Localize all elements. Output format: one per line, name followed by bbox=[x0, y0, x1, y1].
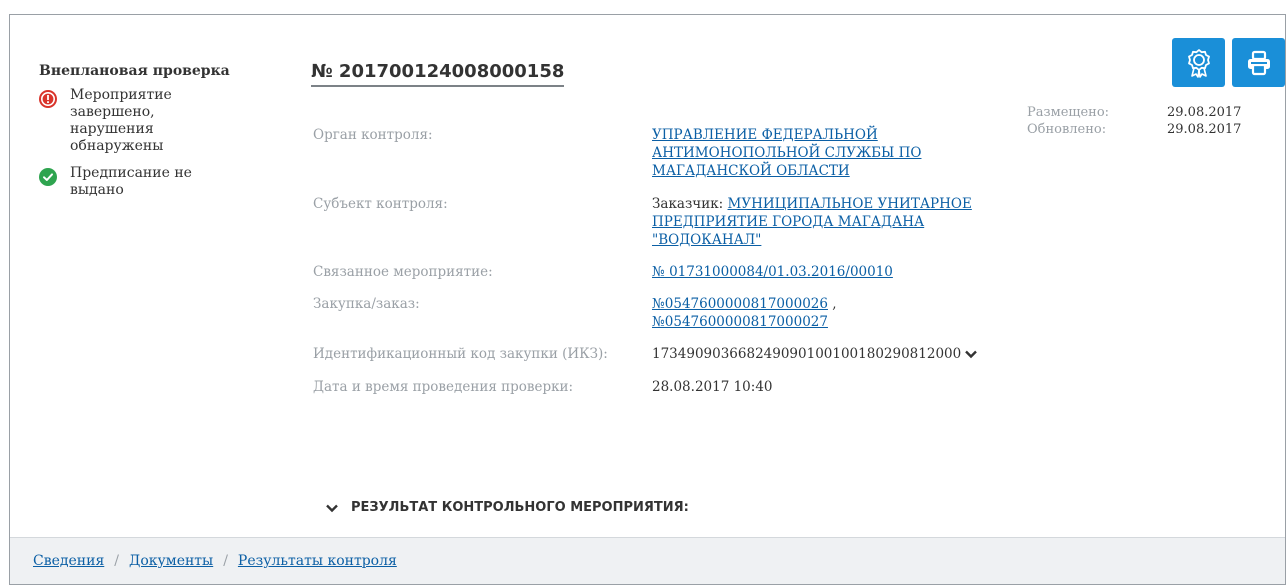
control-body-link[interactable]: УПРАВЛЕНИЕ ФЕДЕРАЛЬНОЙ АНТИМОНОПОЛЬНОЙ С… bbox=[652, 127, 921, 179]
inspection-date-label: Дата и время проведения проверки: bbox=[313, 379, 574, 395]
result-toggle[interactable]: РЕЗУЛЬТАТ КОНТРОЛЬНОГО МЕРОПРИЯТИЯ: bbox=[325, 500, 689, 515]
breadcrumb-separator: / bbox=[223, 553, 228, 569]
subject-prefix: Заказчик: bbox=[652, 196, 724, 212]
chevron-down-icon bbox=[326, 504, 338, 512]
status-violations-text: Мероприятие завершено, нарушения обнаруж… bbox=[70, 87, 172, 154]
award-button[interactable] bbox=[1172, 38, 1225, 87]
print-button[interactable] bbox=[1232, 38, 1285, 87]
footer-link-results[interactable]: Результаты контроля bbox=[238, 553, 397, 569]
result-label: РЕЗУЛЬТАТ КОНТРОЛЬНОГО МЕРОПРИЯТИЯ: bbox=[351, 500, 689, 515]
chevron-down-icon[interactable] bbox=[964, 347, 978, 366]
footer-link-documents[interactable]: Документы bbox=[129, 553, 213, 569]
status-prescription: Предписание не выдано bbox=[39, 165, 269, 199]
publication-dates: Размещено: 29.08.2017 Обновлено: 29.08.2… bbox=[1027, 104, 1241, 138]
status-violations: Мероприятие завершено, нарушения обнаруж… bbox=[39, 87, 269, 155]
card-footer-nav: Сведения / Документы / Результаты контро… bbox=[10, 537, 1285, 584]
related-event-label: Связанное мероприятие: bbox=[313, 264, 493, 280]
subject-label: Субъект контроля: bbox=[313, 196, 448, 212]
inspection-status-column: Внеплановая проверка Мероприятие заверше… bbox=[39, 63, 269, 209]
purchase-label: Закупка/заказ: bbox=[313, 296, 420, 312]
updated-label: Обновлено: bbox=[1027, 122, 1107, 137]
award-icon bbox=[1187, 48, 1210, 78]
exclamation-circle-icon bbox=[39, 90, 57, 108]
related-event-link[interactable]: № 01731000084/01.03.2016/00010 bbox=[652, 264, 893, 280]
inspection-details: Орган контроля: УПРАВЛЕНИЕ ФЕДЕРАЛЬНОЙ А… bbox=[313, 126, 1033, 396]
updated-date: 29.08.2017 bbox=[1167, 122, 1242, 137]
ikz-label: Идентификационный код закупки (ИКЗ): bbox=[313, 346, 608, 362]
check-circle-icon bbox=[39, 168, 57, 186]
control-body-label: Орган контроля: bbox=[313, 127, 433, 143]
printer-icon bbox=[1247, 50, 1270, 75]
ikz-value: 173490903668249090100100180290812000 bbox=[652, 346, 962, 362]
footer-link-info[interactable]: Сведения bbox=[33, 553, 104, 569]
status-prescription-text: Предписание не выдано bbox=[70, 165, 192, 198]
inspection-card: Внеплановая проверка Мероприятие заверше… bbox=[9, 14, 1286, 585]
purchase-link[interactable]: №0547600000817000026 bbox=[652, 296, 828, 312]
inspection-number: № 201700124008000158 bbox=[311, 61, 565, 87]
inspection-type: Внеплановая проверка bbox=[39, 63, 230, 79]
posted-label: Размещено: bbox=[1027, 105, 1110, 120]
breadcrumb-separator: / bbox=[114, 553, 119, 569]
purchase-link[interactable]: №0547600000817000027 bbox=[652, 314, 828, 330]
inspection-date-value: 28.08.2017 10:40 bbox=[652, 379, 773, 395]
posted-date: 29.08.2017 bbox=[1167, 105, 1242, 120]
